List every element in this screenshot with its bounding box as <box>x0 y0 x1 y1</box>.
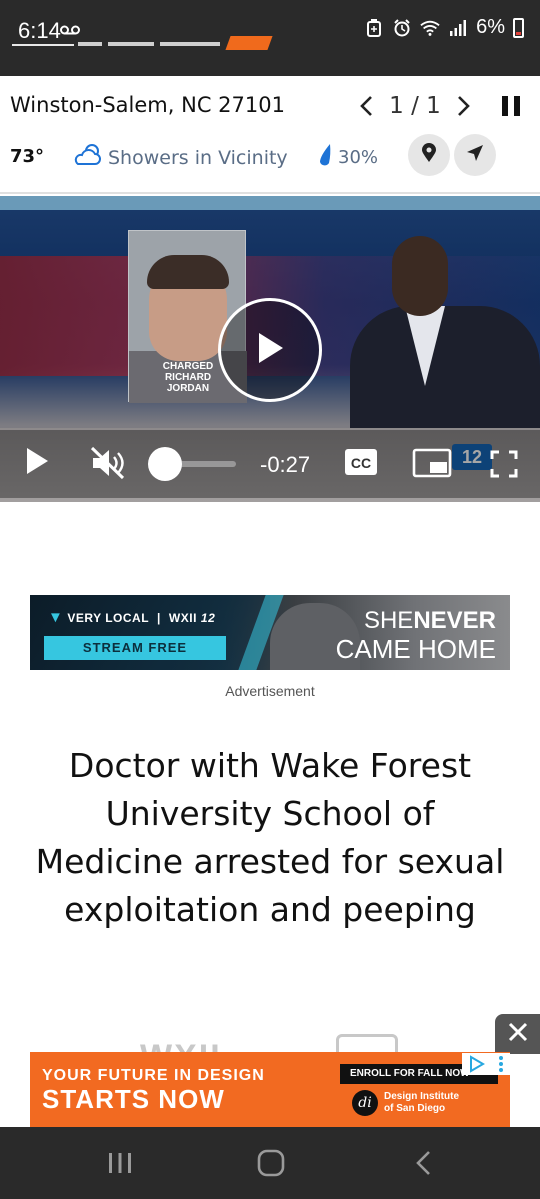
cloud-sun-icon <box>72 142 102 173</box>
clock: 6:14 <box>18 18 61 43</box>
precip-chance: 30% <box>338 147 379 168</box>
home-icon[interactable] <box>246 1145 296 1181</box>
app-logo-ghost <box>78 36 273 50</box>
video-player[interactable]: CHARGED RICHARD JORDAN 12 -0:27 CC <box>0 196 540 502</box>
condition-label: Showers in Vicinity <box>108 146 288 169</box>
pause-icon[interactable] <box>494 89 528 123</box>
close-icon <box>508 1022 528 1047</box>
recent-apps-icon[interactable] <box>95 1145 145 1181</box>
chevron-right-icon[interactable] <box>446 89 482 123</box>
page-counter: 1 / 1 <box>389 93 441 119</box>
seek-slider[interactable] <box>148 447 240 481</box>
school-badge-icon: di <box>352 1090 378 1116</box>
voicemail-icon <box>60 20 80 41</box>
battery-icon <box>513 17 524 38</box>
seek-handle[interactable] <box>148 447 182 481</box>
signal-icon <box>448 18 468 38</box>
stream-free-button[interactable]: STREAM FREE <box>44 636 226 660</box>
article-headline: Doctor with Wake Forest University Schoo… <box>35 746 505 929</box>
ad-choices-icon[interactable] <box>462 1053 510 1075</box>
alarm-icon <box>392 18 412 38</box>
navigation-arrow-icon <box>466 144 484 167</box>
advertisement-label: Advertisement <box>225 683 315 699</box>
back-icon[interactable] <box>398 1145 448 1181</box>
time-remaining: -0:27 <box>260 452 311 477</box>
battery-saver-icon <box>364 18 384 38</box>
ad-title: SHENEVER CAME HOME <box>335 607 496 664</box>
v-logo-icon: ▼ <box>48 609 64 626</box>
status-icons: 6% <box>364 16 524 39</box>
ad-line2: STARTS NOW <box>42 1084 225 1114</box>
ad-banner-design-institute[interactable]: YOUR FUTURE IN DESIGN STARTS NOW ENROLL … <box>30 1052 510 1127</box>
play-control[interactable] <box>24 446 50 476</box>
raindrop-icon <box>316 142 334 173</box>
ad-banner-wxii[interactable]: ▼ VERY LOCAL | WXII 12 STREAM FREE SHENEV… <box>30 595 510 670</box>
location-pin-button[interactable] <box>408 134 450 176</box>
fullscreen-icon[interactable] <box>490 450 518 478</box>
close-ad-button[interactable] <box>495 1014 540 1054</box>
current-location-button[interactable] <box>454 134 496 176</box>
weather-pager: 1 / 1 <box>348 89 528 123</box>
precipitation: 30% <box>316 142 378 173</box>
status-bar: 6:14 6% <box>0 0 540 76</box>
picture-in-picture-icon[interactable] <box>412 448 452 478</box>
map-pin-icon <box>421 142 437 168</box>
weather-bar: Winston-Salem, NC 27101 1 / 1 73° Shower… <box>0 76 540 194</box>
play-icon <box>255 331 285 370</box>
video-controls: -0:27 CC <box>0 430 540 498</box>
location-label[interactable]: Winston-Salem, NC 27101 <box>10 93 285 117</box>
ad-line1: YOUR FUTURE IN DESIGN <box>42 1067 265 1084</box>
ad-brand: ▼ VERY LOCAL | WXII 12 <box>48 609 216 626</box>
closed-captions-button[interactable]: CC <box>344 448 378 476</box>
play-button[interactable] <box>218 298 322 402</box>
chevron-left-icon[interactable] <box>348 89 384 123</box>
weather-condition: Showers in Vicinity <box>72 142 288 173</box>
temperature: 73° <box>10 146 45 167</box>
mute-icon[interactable] <box>90 446 126 480</box>
system-nav-bar <box>0 1127 540 1199</box>
wifi-icon <box>420 18 440 38</box>
cc-label: CC <box>351 455 371 471</box>
battery-percent: 6% <box>476 16 505 38</box>
school-logo: di Design Institute of San Diego <box>352 1090 459 1116</box>
clock-underline <box>12 44 74 46</box>
